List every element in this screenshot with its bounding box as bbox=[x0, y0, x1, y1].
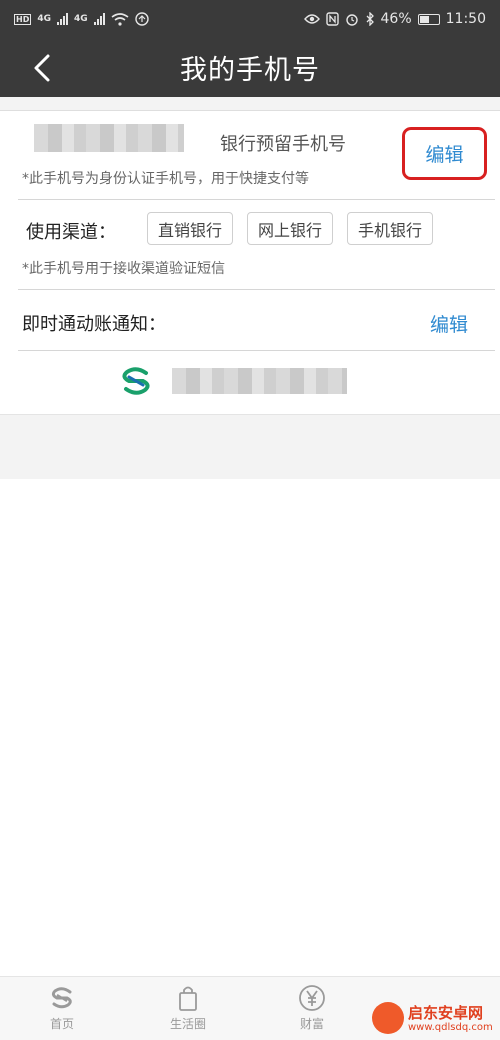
masked-phone-number bbox=[34, 124, 184, 152]
bank-logo-icon bbox=[51, 987, 72, 1009]
edit-notification-button[interactable]: 编辑 bbox=[430, 310, 468, 337]
sync-icon bbox=[134, 12, 149, 26]
channel-note: *此手机号用于接收渠道验证短信 bbox=[22, 261, 225, 277]
bank-logo-icon bbox=[122, 367, 150, 395]
reserved-phone-label: 银行预留手机号 bbox=[220, 134, 346, 155]
channel-chip-online-bank: 网上银行 bbox=[247, 212, 333, 245]
shopping-bag-icon bbox=[179, 986, 197, 1011]
nav-label-home: 首页 bbox=[49, 1017, 74, 1031]
page-title: 我的手机号 bbox=[180, 55, 320, 86]
status-bar: HD 4G 4G 46% 11:50 bbox=[0, 0, 500, 38]
channel-chip-direct-bank: 直销银行 bbox=[147, 212, 233, 245]
battery-percent: 46% bbox=[380, 11, 412, 27]
yuan-icon bbox=[299, 985, 325, 1011]
nav-label-wealth: 财富 bbox=[299, 1017, 324, 1031]
edit-reserved-phone-button[interactable]: 编辑 bbox=[425, 140, 463, 167]
edit-highlight-box: 编辑 bbox=[402, 127, 487, 180]
back-button[interactable] bbox=[28, 48, 58, 88]
wifi-icon bbox=[111, 12, 129, 26]
masked-account-number bbox=[172, 368, 347, 394]
alarm-icon bbox=[345, 14, 358, 26]
eye-icon bbox=[303, 14, 320, 24]
watermark-url: www.qdlsdq.com bbox=[408, 1022, 493, 1033]
channel-label: 使用渠道： bbox=[26, 222, 116, 243]
nfc-icon bbox=[325, 12, 339, 26]
nav-item-life[interactable]: 生活圈 bbox=[148, 983, 228, 1037]
bluetooth-icon bbox=[366, 12, 374, 26]
hd-icon: HD bbox=[14, 13, 32, 25]
nav-item-home[interactable]: 首页 bbox=[22, 983, 102, 1037]
channel-chip-mobile-bank: 手机银行 bbox=[347, 212, 433, 245]
divider bbox=[18, 199, 495, 200]
clock: 11:50 bbox=[445, 11, 486, 27]
nav-item-wealth[interactable]: 财富 bbox=[272, 983, 352, 1037]
nav-label-life: 生活圈 bbox=[169, 1017, 206, 1031]
watermark-title: 启东安卓网 bbox=[408, 1004, 484, 1022]
watermark-logo-icon bbox=[372, 1002, 404, 1034]
divider bbox=[18, 350, 495, 351]
top-spacer bbox=[0, 97, 500, 111]
phone-settings-panel: 银行预留手机号 编辑 *此手机号为身份认证手机号，用于快捷支付等 使用渠道： 直… bbox=[0, 111, 500, 414]
reserved-phone-note: *此手机号为身份认证手机号，用于快捷支付等 bbox=[22, 171, 309, 187]
app-header: 我的手机号 bbox=[0, 38, 500, 97]
battery-icon bbox=[417, 13, 440, 25]
signal-icon bbox=[57, 13, 68, 25]
status-right: 46% 11:50 bbox=[303, 11, 486, 27]
site-watermark: 启东安卓网 www.qdlsdq.com bbox=[368, 1000, 500, 1039]
gray-spacer bbox=[0, 414, 500, 479]
divider bbox=[18, 289, 495, 290]
notification-label: 即时通动账通知： bbox=[22, 314, 166, 335]
network-type-2: 4G bbox=[74, 14, 88, 24]
chevron-left-icon bbox=[34, 54, 50, 82]
signal-icon bbox=[93, 13, 105, 25]
network-type-1: 4G bbox=[37, 14, 51, 24]
status-left: HD 4G 4G bbox=[14, 12, 149, 26]
